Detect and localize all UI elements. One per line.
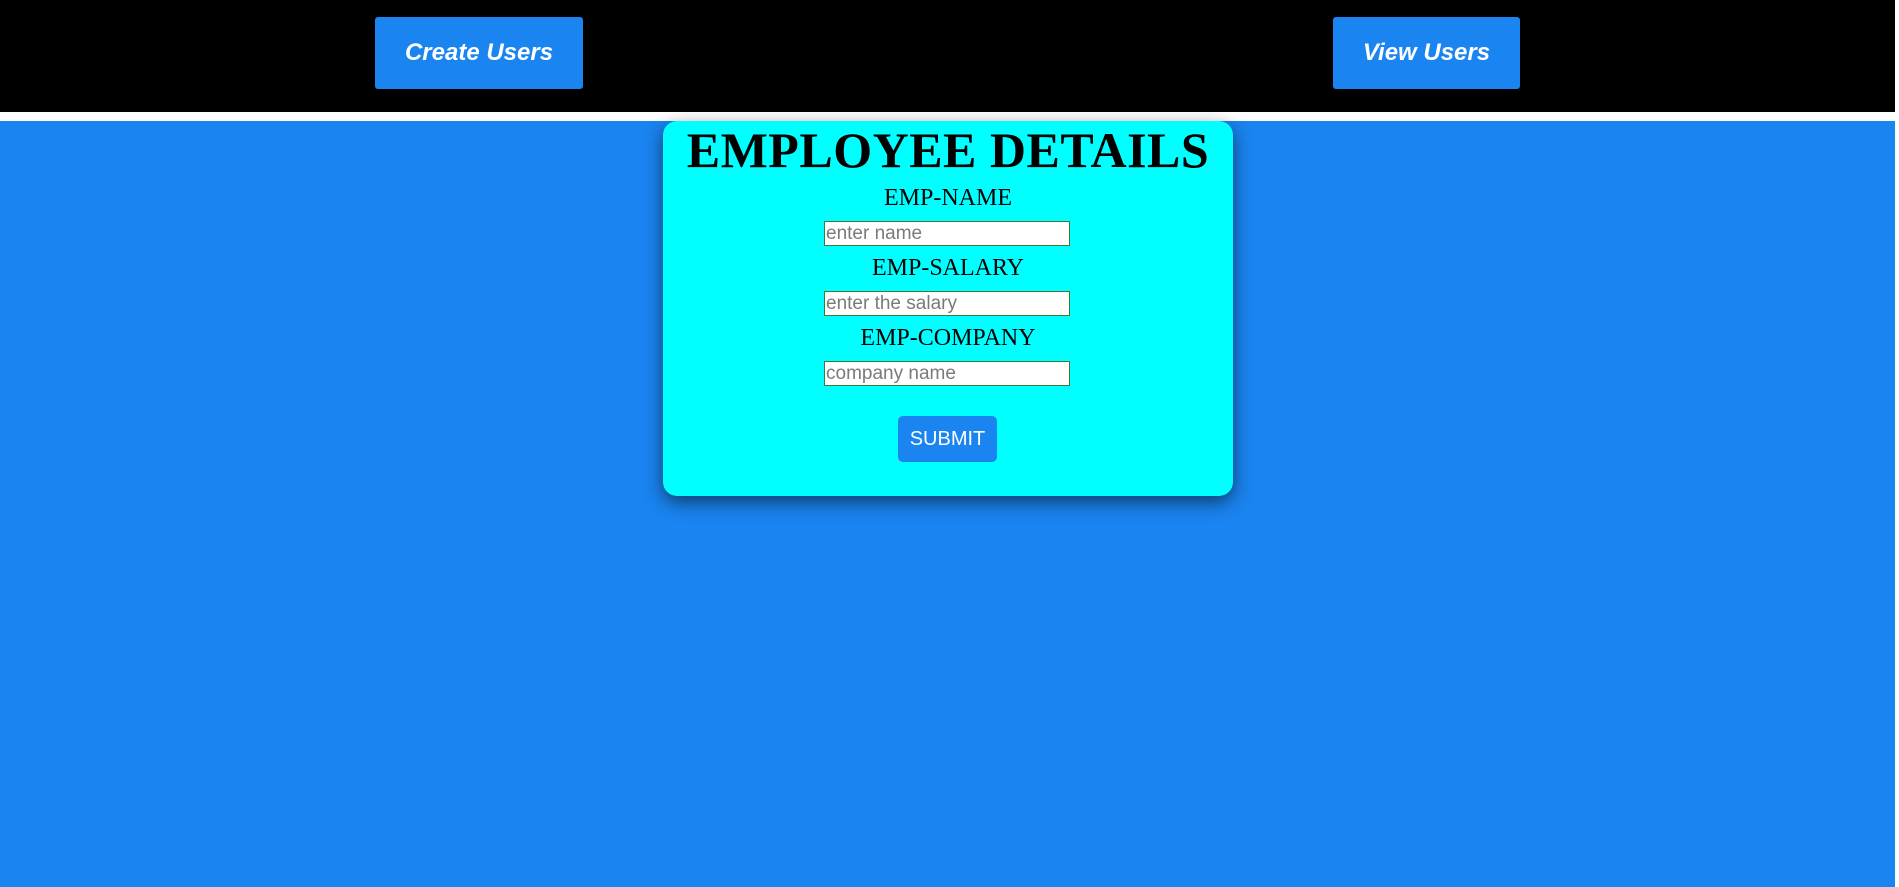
top-navigation-bar: Create Users View Users — [0, 0, 1899, 112]
form-title: EMPLOYEE DETAILS — [686, 122, 1210, 178]
app-page: Create Users View Users EMPLOYEE DETAILS… — [0, 0, 1899, 887]
right-edge-strip — [1895, 0, 1899, 887]
employee-details-form: EMPLOYEE DETAILS EMP-NAME EMP-SALARY EMP… — [663, 121, 1233, 496]
submit-button[interactable]: SUBMIT — [898, 416, 997, 462]
emp-name-label: EMP-NAME — [883, 185, 1012, 211]
emp-salary-input[interactable] — [824, 291, 1070, 316]
emp-name-input[interactable] — [824, 221, 1070, 246]
create-users-button[interactable]: Create Users — [375, 17, 583, 89]
emp-company-input[interactable] — [824, 361, 1070, 386]
emp-salary-label: EMP-SALARY — [871, 255, 1025, 281]
emp-company-label: EMP-COMPANY — [860, 325, 1036, 351]
view-users-button[interactable]: View Users — [1333, 17, 1520, 89]
